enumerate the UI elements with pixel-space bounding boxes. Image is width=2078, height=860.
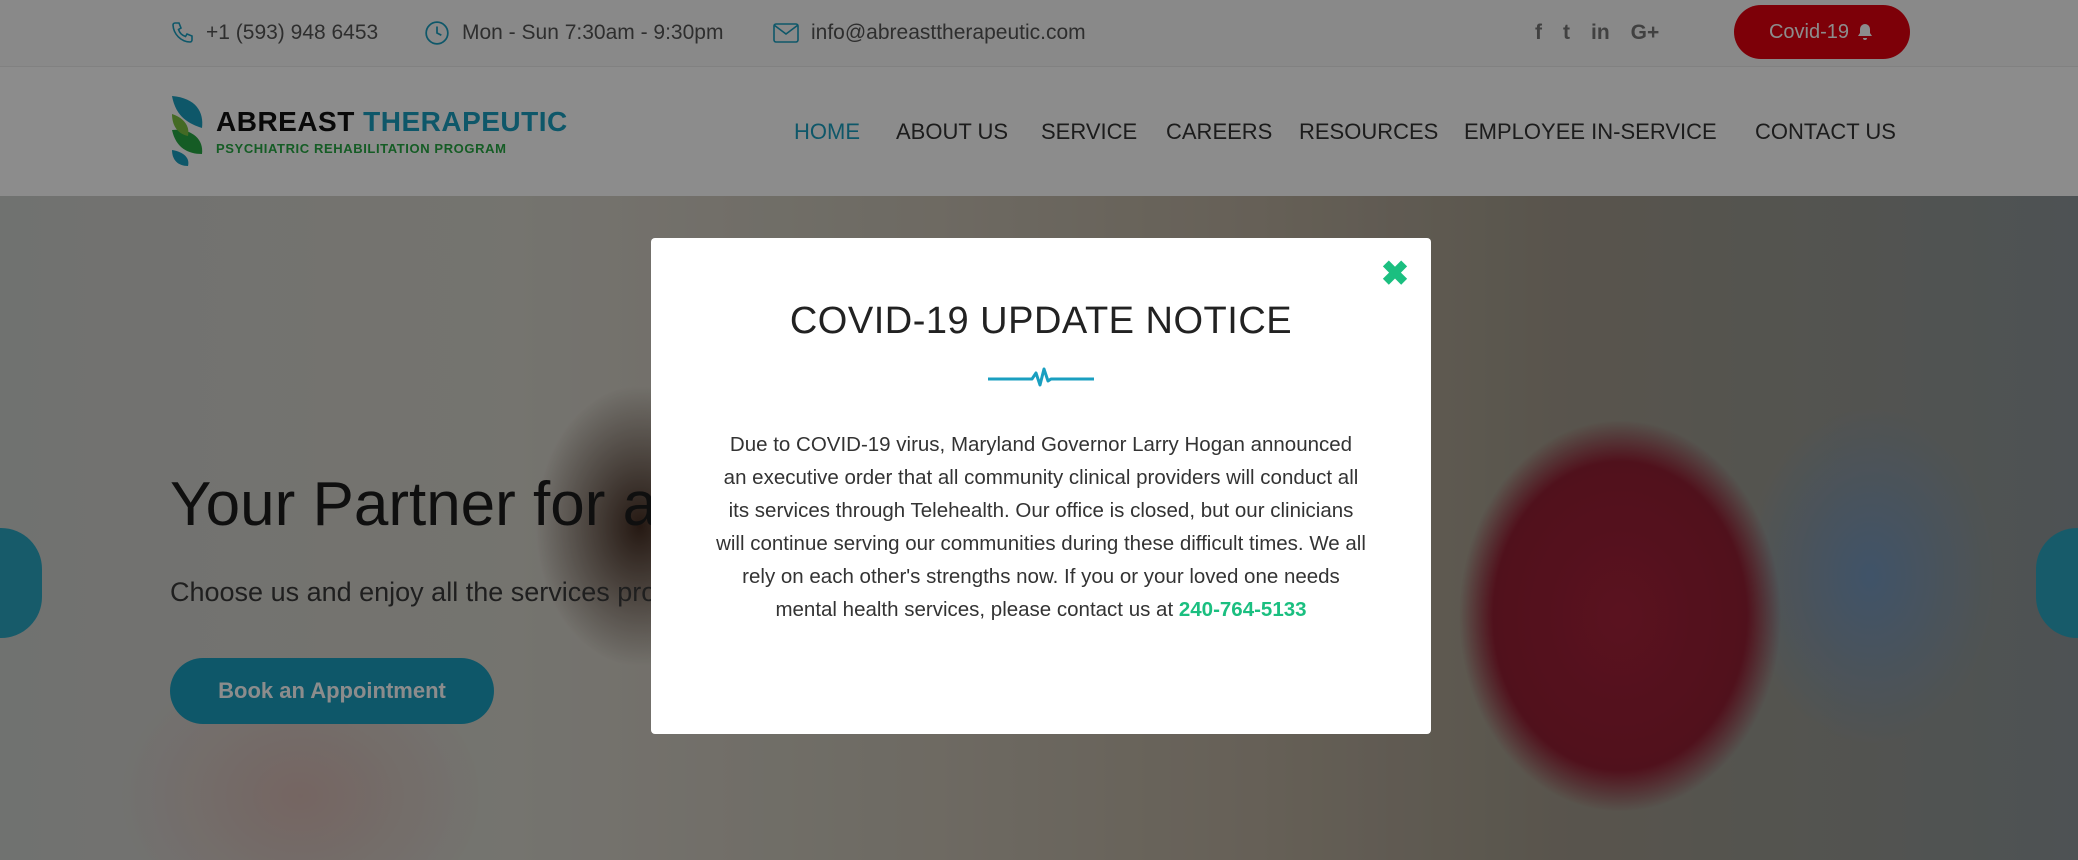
close-icon[interactable]: ✖ <box>1377 255 1413 293</box>
covid-notice-modal: ✖ COVID-19 UPDATE NOTICE Due to COVID-19… <box>651 238 1431 734</box>
modal-body: Due to COVID-19 virus, Maryland Governor… <box>716 428 1366 626</box>
modal-body-text: Due to COVID-19 virus, Maryland Governor… <box>716 433 1366 621</box>
modal-title: COVID-19 UPDATE NOTICE <box>789 300 1293 342</box>
heartbeat-divider-icon <box>988 367 1094 387</box>
modal-phone-link[interactable]: 240-764-5133 <box>1179 598 1307 621</box>
